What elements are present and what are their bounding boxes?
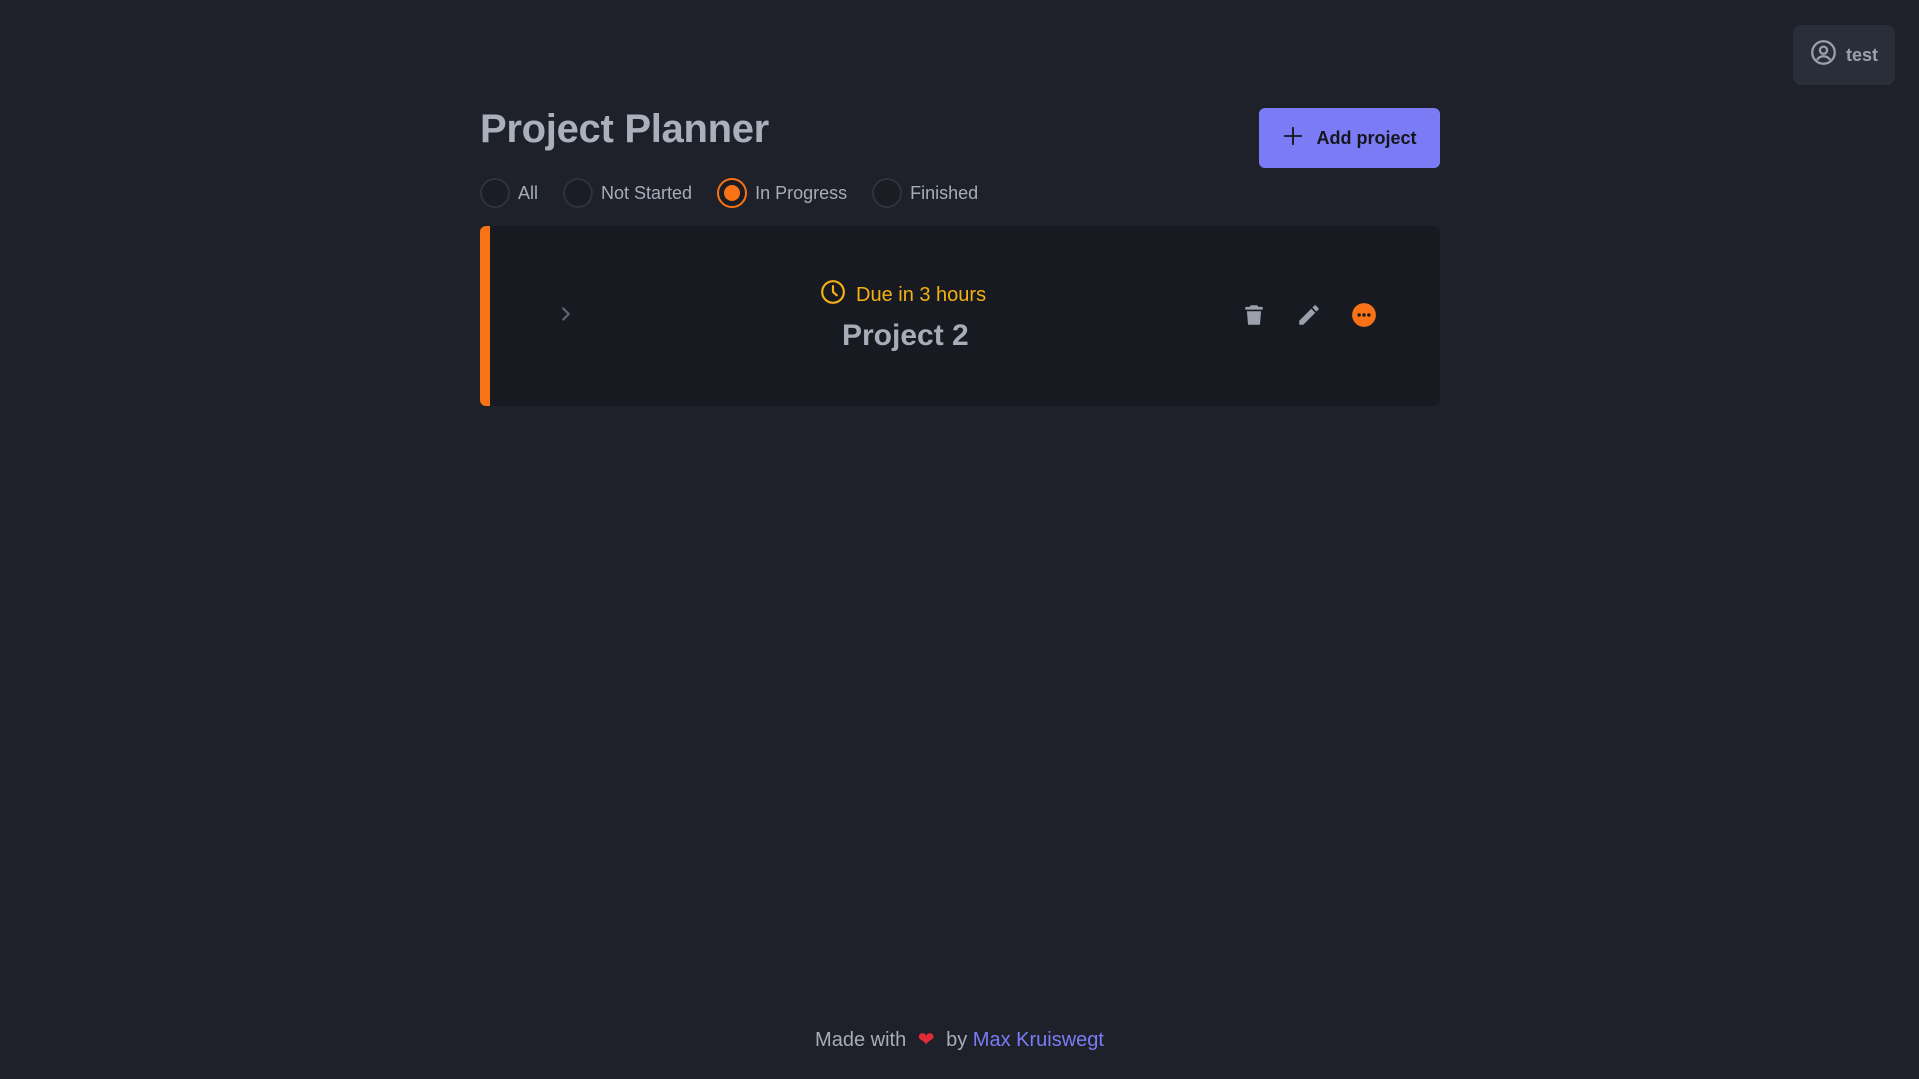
chevron-right-icon xyxy=(555,303,577,330)
user-name: test xyxy=(1845,44,1878,65)
pencil-icon xyxy=(1296,302,1322,333)
status-filter-group: All Not Started In Progress Finished xyxy=(480,178,1003,208)
more-icon xyxy=(1351,302,1377,333)
filter-label: In Progress xyxy=(755,182,848,203)
filter-label: Finished xyxy=(910,182,979,203)
filter-not-started-radio[interactable] xyxy=(563,178,594,208)
filter-all-radio[interactable] xyxy=(480,178,510,208)
author-link[interactable]: Max Kruiswegt xyxy=(973,1029,1104,1051)
page-title: Project Planner xyxy=(480,107,769,151)
filter-in-progress[interactable]: In Progress xyxy=(717,178,847,208)
user-menu-button[interactable]: test xyxy=(1793,25,1895,85)
edit-button[interactable] xyxy=(1294,302,1324,332)
delete-button[interactable] xyxy=(1239,302,1269,332)
trash-icon xyxy=(1241,302,1267,333)
user-circle-icon xyxy=(1810,39,1837,71)
filter-finished[interactable]: Finished xyxy=(872,178,978,208)
filter-not-started[interactable]: Not Started xyxy=(563,178,692,208)
filter-in-progress-radio[interactable] xyxy=(717,178,748,208)
plus-icon xyxy=(1282,125,1304,152)
filter-label: Not Started xyxy=(601,182,693,203)
clock-icon xyxy=(820,279,846,311)
filter-finished-radio[interactable] xyxy=(872,178,903,208)
footer-by: by xyxy=(946,1029,968,1051)
due-indicator: Due in 3 hours xyxy=(820,279,986,311)
project-card: Due in 3 hours Project 2 xyxy=(480,226,1440,406)
heart-icon: ❤ xyxy=(917,1029,935,1051)
footer: Made with ❤ by Max Kruiswegt xyxy=(0,1027,1919,1052)
expand-button[interactable] xyxy=(553,303,579,329)
project-title: Project 2 xyxy=(842,319,969,352)
status-stripe xyxy=(480,226,490,406)
footer-prefix: Made with xyxy=(815,1029,907,1051)
filter-label: All xyxy=(518,182,539,203)
filter-all[interactable]: All xyxy=(480,178,538,208)
add-project-button[interactable]: Add project xyxy=(1259,108,1440,168)
more-options-button[interactable] xyxy=(1349,302,1379,332)
add-project-label: Add project xyxy=(1316,127,1417,148)
due-text: Due in 3 hours xyxy=(856,283,987,306)
